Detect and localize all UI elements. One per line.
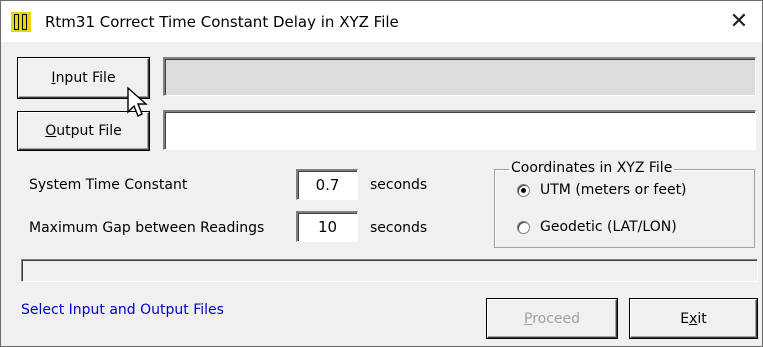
time-constant-unit: seconds	[370, 177, 428, 193]
radio-geodetic-label[interactable]: Geodetic (LAT/LON)	[540, 219, 677, 235]
app-bars-icon	[11, 12, 31, 32]
mouse-pointer-icon	[127, 86, 148, 117]
input-file-path[interactable]	[163, 57, 756, 96]
time-constant-input[interactable]: 0.7	[296, 169, 358, 200]
max-gap-input[interactable]: 10	[296, 211, 358, 242]
input-file-button-label: Input File	[51, 70, 116, 86]
output-file-path[interactable]	[163, 110, 756, 150]
exit-button[interactable]: Exit	[630, 299, 757, 338]
title-bar[interactable]: Rtm31 Correct Time Constant Delay in XYZ…	[1, 1, 762, 42]
radio-geodetic-button[interactable]	[517, 221, 530, 234]
max-gap-label: Maximum Gap between Readings	[29, 220, 265, 236]
max-gap-unit: seconds	[370, 220, 428, 236]
status-message: Select Input and Output Files	[21, 302, 224, 318]
time-constant-label: System Time Constant	[29, 177, 188, 193]
window-title: Rtm31 Correct Time Constant Delay in XYZ…	[45, 13, 399, 31]
coordinates-group	[494, 169, 755, 248]
output-file-button-label: Output File	[45, 123, 122, 139]
close-icon: ✕	[729, 9, 749, 34]
coordinates-group-label: Coordinates in XYZ File	[509, 160, 675, 176]
radio-utm-label[interactable]: UTM (meters or feet)	[540, 182, 687, 198]
radio-utm-button[interactable]	[517, 184, 530, 197]
proceed-button[interactable]: Proceed	[487, 299, 617, 338]
close-button[interactable]: ✕	[716, 1, 762, 42]
progress-bar	[21, 259, 758, 282]
exit-button-label: Exit	[680, 310, 707, 327]
dialog-window: Rtm31 Correct Time Constant Delay in XYZ…	[0, 0, 763, 347]
proceed-button-label: Proceed	[523, 310, 581, 327]
radio-selected-dot	[521, 188, 526, 193]
